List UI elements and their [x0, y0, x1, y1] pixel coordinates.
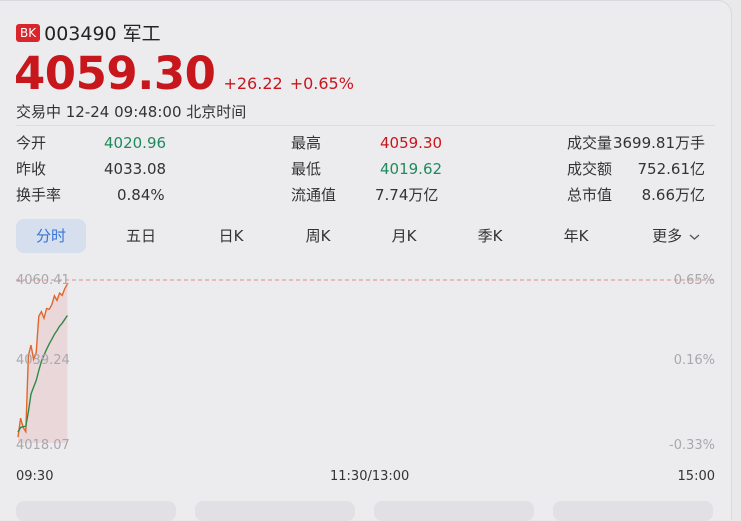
tab-more[interactable]: 更多 [636, 219, 716, 253]
price-change-percent: +0.65% [289, 74, 354, 93]
tab-five-day[interactable]: 五日 [106, 219, 176, 253]
pct-axis-label: 0.65% [673, 273, 715, 288]
tab-more-label: 更多 [652, 227, 683, 245]
tab-intraday[interactable]: 分时 [16, 219, 86, 253]
stat-label: 最高 [291, 134, 322, 152]
pct-axis-label: 0.16% [673, 353, 715, 368]
time-label-midday: 11:30/13:00 [330, 469, 410, 484]
price-change: +26.22 [223, 74, 283, 93]
stat-value: 4033.08 [104, 160, 167, 178]
stat-value: 3699.81万手 [612, 134, 705, 152]
tab-weekly-k[interactable]: 周K [283, 219, 353, 253]
quote-card: BK 003490 军工 4059.30 +26.22 +0.65% 交易中 1… [0, 0, 732, 521]
bottom-tab[interactable] [195, 501, 355, 521]
stat-label: 成交额 [567, 160, 613, 178]
bk-badge: BK [16, 23, 41, 42]
tab-monthly-k[interactable]: 月K [369, 219, 439, 253]
stock-title: 003490 军工 [44, 23, 161, 45]
stat-label: 成交量 [567, 134, 613, 152]
tab-yearly-k[interactable]: 年K [541, 219, 611, 253]
stat-label: 今开 [16, 134, 47, 152]
bottom-tab[interactable] [16, 501, 176, 521]
stat-label: 总市值 [567, 186, 613, 204]
bottom-tab[interactable] [374, 501, 534, 521]
period-tabs: 分时 五日 日K 周K 月K 季K 年K 更多 [16, 219, 716, 253]
chevron-down-icon [689, 234, 700, 240]
trading-status: 交易中 12-24 09:48:00 北京时间 [16, 103, 247, 121]
stat-label: 换手率 [16, 186, 62, 204]
divider [16, 125, 715, 126]
y-axis-label: 4018.07 [16, 438, 70, 453]
stat-value: 4059.30 [380, 134, 443, 152]
y-axis-label: 4039.24 [16, 353, 70, 368]
chart-svg [16, 279, 716, 443]
stat-label: 流通值 [291, 186, 337, 204]
time-label-close: 15:00 [677, 469, 715, 484]
tab-daily-k[interactable]: 日K [196, 219, 266, 253]
stat-value: 752.61亿 [637, 160, 706, 178]
stat-value: 7.74万亿 [375, 186, 439, 204]
time-label-open: 09:30 [16, 469, 54, 484]
price-row: 4059.30 +26.22 +0.65% [14, 48, 354, 100]
stat-value: 0.84% [117, 186, 165, 204]
stat-value: 8.66万亿 [641, 186, 705, 204]
intraday-chart[interactable]: 4060.41 4039.24 4018.07 0.65% 0.16% -0.3… [0, 263, 741, 484]
pct-axis-label: -0.33% [669, 438, 715, 453]
stat-value: 4019.62 [380, 160, 443, 178]
bottom-tab[interactable] [553, 501, 713, 521]
stat-label: 最低 [291, 160, 322, 178]
header: BK 003490 军工 [16, 19, 161, 46]
current-price: 4059.30 [14, 47, 216, 100]
y-axis-label: 4060.41 [16, 273, 70, 288]
tab-quarterly-k[interactable]: 季K [455, 219, 525, 253]
stat-value: 4020.96 [104, 134, 167, 152]
stat-label: 昨收 [16, 160, 47, 178]
